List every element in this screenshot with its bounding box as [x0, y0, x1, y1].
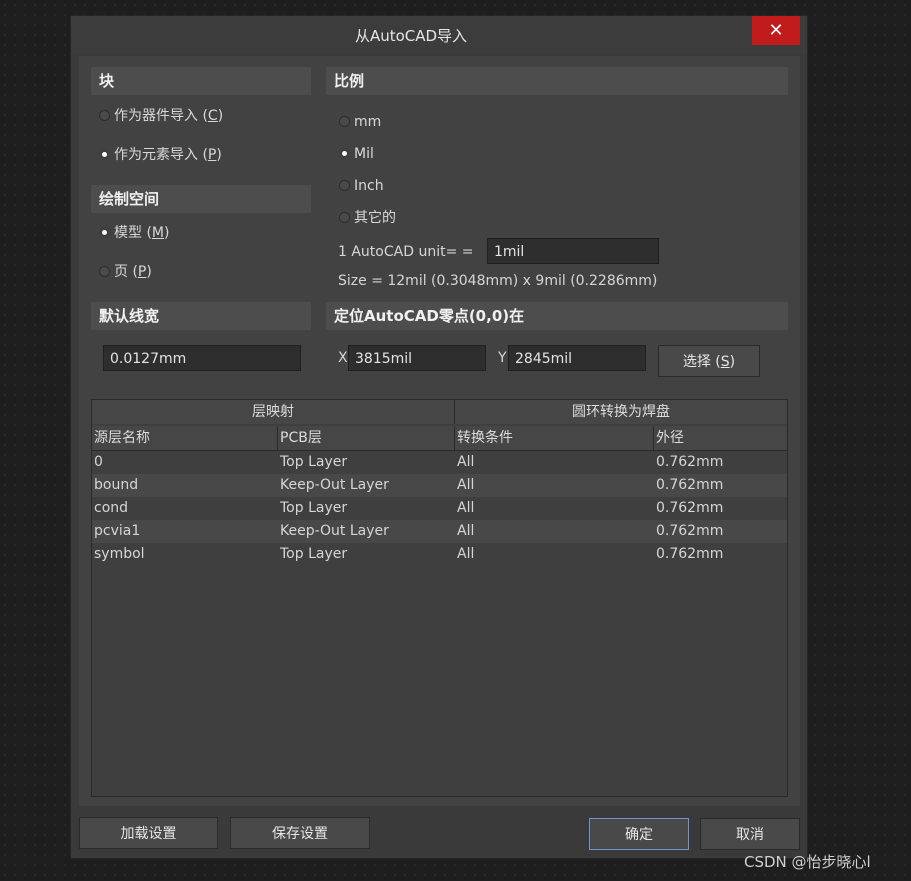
dialog-title: 从AutoCAD导入: [354, 27, 468, 45]
origin-header: 定位AutoCAD零点(0,0)在: [326, 302, 788, 330]
close-button[interactable]: ✕: [752, 16, 800, 45]
select-origin-button[interactable]: 选择 (S): [658, 345, 760, 377]
pcb-layer-cell: Keep-Out Layer: [280, 523, 389, 539]
load-settings-button[interactable]: 加载设置: [79, 817, 218, 849]
pcb-layer-cell: Top Layer: [280, 546, 348, 562]
unit-label: 1 AutoCAD unit= =: [338, 244, 474, 260]
title-bar: 从AutoCAD导入 ✕: [71, 16, 807, 54]
radio-unchecked-icon[interactable]: [339, 179, 350, 191]
radio-scale-mm[interactable]: mm: [339, 112, 381, 132]
radio-checked-icon[interactable]: [99, 226, 110, 238]
radio-unchecked-icon[interactable]: [339, 211, 350, 223]
table-row[interactable]: pcvia1 Keep-Out Layer All 0.762mm: [92, 520, 787, 543]
radio-scale-other[interactable]: 其它的: [339, 208, 396, 228]
line-width-header: 默认线宽: [91, 302, 311, 330]
line-width-input[interactable]: 0.0127mm: [103, 345, 301, 371]
table-row[interactable]: bound Keep-Out Layer All 0.762mm: [92, 474, 787, 497]
column-header-condition[interactable]: 转换条件: [455, 426, 653, 450]
radio-import-as-primitives[interactable]: 作为元素导入 (P): [99, 145, 222, 165]
header-divider: [277, 426, 278, 450]
unit-value-input[interactable]: 1mil: [487, 238, 659, 264]
radio-import-as-component[interactable]: 作为器件导入 (C): [99, 106, 223, 126]
table-row[interactable]: symbol Top Layer All 0.762mm: [92, 543, 787, 566]
condition-cell: All: [457, 454, 475, 470]
radio-model-space[interactable]: 模型 (M): [99, 223, 169, 243]
source-layer-cell: pcvia1: [94, 523, 141, 539]
origin-x-label: X: [338, 350, 348, 366]
header-divider: [454, 400, 455, 424]
source-layer-cell: 0: [94, 454, 103, 470]
origin-x-input[interactable]: 3815mil: [348, 345, 486, 371]
radio-scale-mil[interactable]: Mil: [339, 144, 374, 164]
pcb-layer-cell: Top Layer: [280, 454, 348, 470]
origin-y-label: Y: [498, 350, 507, 366]
header-divider: [454, 426, 455, 450]
diameter-cell: 0.762mm: [656, 477, 724, 493]
diameter-cell: 0.762mm: [656, 454, 724, 470]
group-header-layer-mapping: 层映射: [92, 400, 454, 424]
radio-scale-inch[interactable]: Inch: [339, 176, 384, 196]
radio-unchecked-icon[interactable]: [339, 115, 350, 127]
radio-unchecked-icon[interactable]: [99, 265, 110, 277]
pcb-layer-cell: Keep-Out Layer: [280, 477, 389, 493]
diameter-cell: 0.762mm: [656, 500, 724, 516]
cancel-button[interactable]: 取消: [700, 818, 800, 850]
ok-button[interactable]: 确定: [589, 818, 689, 850]
source-layer-cell: cond: [94, 500, 129, 516]
source-layer-cell: bound: [94, 477, 139, 493]
condition-cell: All: [457, 477, 475, 493]
close-icon[interactable]: ✕: [768, 20, 783, 41]
condition-cell: All: [457, 523, 475, 539]
size-readout: Size = 12mil (0.3048mm) x 9mil (0.2286mm…: [338, 273, 658, 289]
radio-unchecked-icon[interactable]: [99, 109, 110, 121]
radio-checked-icon[interactable]: [99, 148, 110, 160]
layer-mapping-table[interactable]: 层映射 圆环转换为焊盘 源层名称 PCB层 转换条件 外径 0 Top Laye…: [91, 399, 788, 797]
main-panel: 块 作为器件导入 (C) 作为元素导入 (P) 绘制空间 模型 (M) 页 (P…: [79, 56, 800, 806]
diameter-cell: 0.762mm: [656, 546, 724, 562]
radio-paper-space[interactable]: 页 (P): [99, 262, 152, 282]
diameter-cell: 0.762mm: [656, 523, 724, 539]
table-row[interactable]: 0 Top Layer All 0.762mm: [92, 451, 787, 474]
group-header-annulus-to-pad: 圆环转换为焊盘: [455, 400, 787, 424]
import-dialog: 从AutoCAD导入 ✕ 块 作为器件导入 (C) 作为元素导入 (P) 绘制空…: [70, 15, 808, 859]
header-divider: [653, 426, 654, 450]
block-header: 块: [91, 67, 311, 95]
column-header-pcb-layer[interactable]: PCB层: [278, 426, 454, 450]
save-settings-button[interactable]: 保存设置: [230, 817, 370, 849]
scale-header: 比例: [326, 67, 788, 95]
condition-cell: All: [457, 546, 475, 562]
origin-y-input[interactable]: 2845mil: [508, 345, 646, 371]
radio-checked-icon[interactable]: [339, 147, 350, 159]
column-header-outer-diameter[interactable]: 外径: [654, 426, 787, 450]
pcb-layer-cell: Top Layer: [280, 500, 348, 516]
source-layer-cell: symbol: [94, 546, 145, 562]
table-row[interactable]: cond Top Layer All 0.762mm: [92, 497, 787, 520]
condition-cell: All: [457, 500, 475, 516]
column-header-source-layer[interactable]: 源层名称: [92, 426, 277, 450]
drawing-space-header: 绘制空间: [91, 185, 311, 213]
watermark: CSDN @怡步晓心l: [744, 853, 871, 871]
